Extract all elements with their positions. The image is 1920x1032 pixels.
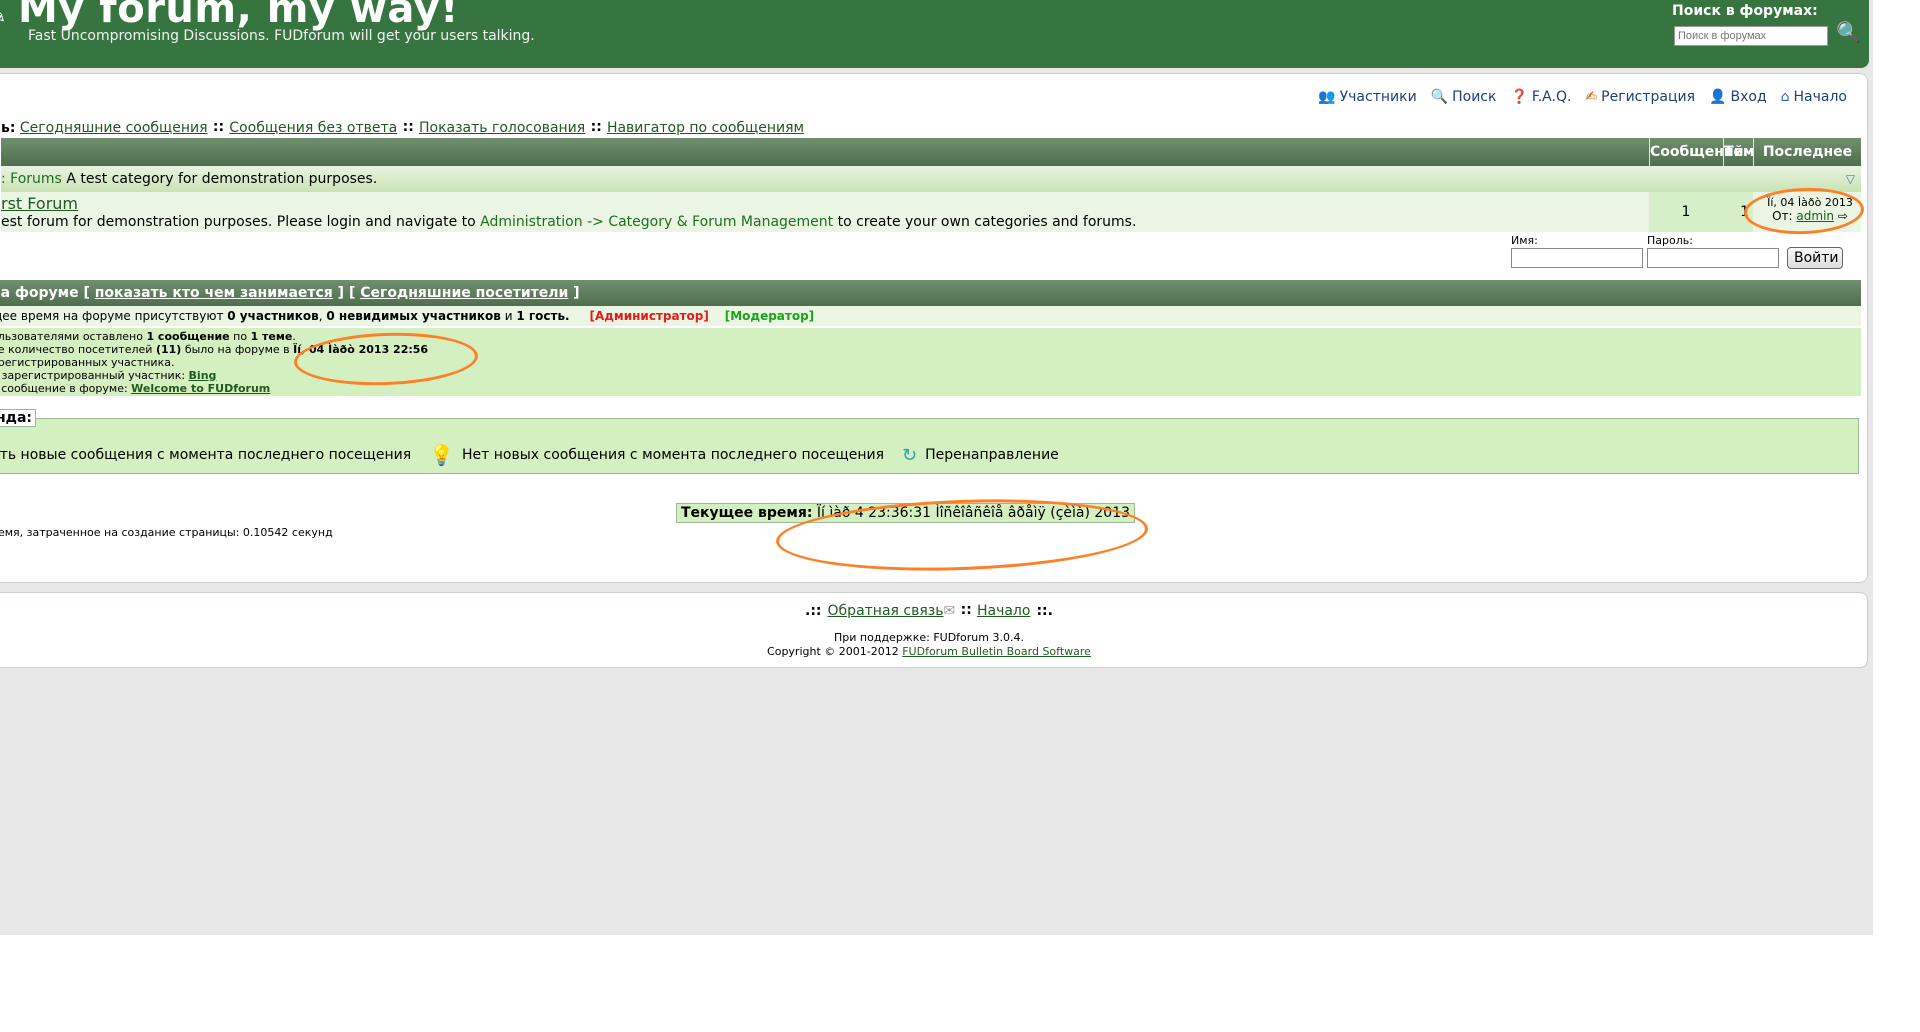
administration-link[interactable]: Administration (480, 214, 582, 230)
col-topics: Тем (1723, 138, 1755, 166)
today-visitors-link[interactable]: Сегодняшние посетители (360, 285, 568, 301)
col-last: Последнее (1753, 138, 1861, 166)
message-navigator-link[interactable]: Навигатор по сообщениям (607, 120, 804, 136)
nav-home-link[interactable]: ⌂ Начало (1781, 89, 1847, 105)
search-button[interactable]: 🔍 (1836, 20, 1861, 44)
online-users-row: щее время на форуме присутствуют 0 участ… (0, 306, 1861, 326)
mail-icon: ✉ (943, 603, 956, 619)
online-header: на форуме [ показать кто чем занимается … (0, 280, 1861, 306)
category-description: A test category for demonstration purpos… (66, 171, 378, 187)
category-management-link[interactable]: Category & Forum Management (608, 214, 833, 230)
goto-post-icon[interactable]: ⇨ (1838, 209, 1848, 223)
footer-home-link[interactable]: Начало (977, 603, 1030, 619)
fudforum-link[interactable]: FUDforum Bulletin Board Software (902, 645, 1091, 658)
record-visitors-date: Ïí, 04 Ìàðò 2013 22:56 (293, 343, 429, 356)
site-tagline: Fast Uncompromising Discussions. FUDforu… (28, 28, 535, 44)
forum-row: rst Forum est forum for demonstration pu… (1, 192, 1861, 232)
admin-legend: [Администратор] (589, 309, 709, 323)
moderator-legend: [Модератор] (724, 309, 815, 323)
last-post-user-link[interactable]: admin (1796, 209, 1834, 223)
search-label: Поиск в форумах: (1672, 3, 1818, 19)
legend-items: сть новые сообщения с момента последнего… (0, 443, 1059, 467)
nav-login-link[interactable]: 👤 Вход (1709, 89, 1767, 105)
legend-box: нда: сть новые сообщения с момента после… (0, 409, 1859, 474)
forum-table-header: Сообщений Тем Последнее (1, 138, 1861, 166)
site-header: ✎ My forum, my way! Fast Uncompromising … (0, 0, 1869, 68)
current-time-value: Ïí ìàð 4 23:36:31 Ìîñêîâñêîå âðåìÿ (çèìà… (816, 505, 1131, 521)
forum-statistics: ользователями оставлено 1 сообщение по 1… (0, 328, 1861, 396)
last-post-cell: Ïí, 04 Ìàðò 2013 От: admin ⇨ (1759, 192, 1861, 232)
users-icon: 👥 (1318, 89, 1336, 105)
newest-member-link[interactable]: Bing (189, 369, 217, 382)
last-post-date: Ïí, 04 Ìàðò 2013 (1767, 196, 1853, 209)
nav-faq-link[interactable]: ❓ F.A.Q. (1510, 89, 1571, 105)
login-form: Имя: Пароль: Войти (1501, 234, 1861, 274)
today-messages-link[interactable]: Сегодняшние сообщения (20, 120, 208, 136)
login-button[interactable]: Войти (1787, 247, 1843, 269)
forum-messages-count: 1 (1649, 192, 1723, 232)
site-footer: .:: Обратная связь✉ ∷ Начало::. При поддерж… (0, 592, 1868, 668)
logo-icon: ✎ (0, 4, 6, 44)
login-icon: 👤 (1709, 89, 1727, 105)
feedback-link[interactable]: Обратная связь (828, 603, 944, 619)
redirect-icon: ↻ (902, 444, 918, 466)
forum-name-link[interactable]: rst Forum (1, 194, 78, 213)
name-label: Имя: (1511, 234, 1538, 247)
quick-links: ь: Сегодняшние сообщения ∷ Сообщения без о… (1, 120, 805, 136)
forum-description: est forum for demonstration purposes. Pl… (1, 214, 1137, 230)
search-icon: 🔍 (1430, 89, 1449, 105)
col-messages: Сообщений (1649, 138, 1744, 166)
top-navigation: 👥 Участники 🔍 Поиск ❓ F.A.Q. ✍ Регистрация 👤… (1318, 89, 1847, 105)
page-generation-time: ремя, затраченное на создание страницы: … (0, 526, 333, 539)
unanswered-link[interactable]: Сообщения без ответа (229, 120, 397, 136)
category-row: : Forums A test category for demonstrati… (1, 166, 1861, 192)
nav-members-link[interactable]: 👥 Участники (1318, 89, 1416, 105)
register-icon: ✍ (1585, 89, 1598, 105)
search-input[interactable] (1674, 26, 1828, 46)
footer-links: .:: Обратная связь✉ ∷ Начало::. (805, 603, 1053, 619)
magnifier-icon: 🔍 (1836, 22, 1861, 44)
last-post-by-label: От: (1772, 209, 1793, 223)
password-label: Пароль: (1647, 234, 1693, 247)
login-password-input[interactable] (1647, 248, 1779, 268)
category-name[interactable]: : Forums (1, 171, 62, 187)
polls-link[interactable]: Показать голосования (419, 120, 585, 136)
whos-doing-what-link[interactable]: показать кто чем занимается (95, 285, 333, 301)
collapse-icon[interactable]: ▽ (1846, 166, 1855, 192)
legend-title: нда: (0, 409, 37, 427)
no-new-messages-icon: 💡 (429, 443, 455, 467)
nav-register-link[interactable]: ✍ Регистрация (1585, 89, 1695, 105)
nav-search-link[interactable]: 🔍 Поиск (1431, 89, 1497, 105)
home-icon: ⌂ (1780, 89, 1790, 105)
forum-topics-count: 1 (1723, 192, 1753, 232)
copyright: Copyright © 2001-2012 FUDforum Bulletin … (767, 645, 1091, 658)
login-name-input[interactable] (1511, 248, 1643, 268)
latest-message-link[interactable]: Welcome to FUDforum (131, 382, 270, 395)
current-time: Текущее время: Ïí ìàð 4 23:36:31 Ìîñêîâñ… (676, 503, 1136, 523)
powered-by: При поддержке: FUDforum 3.0.4. (834, 631, 1024, 644)
faq-icon: ❓ (1510, 89, 1528, 105)
main-panel: 👥 Участники 🔍 Поиск ❓ F.A.Q. ✍ Регистрация 👤… (0, 73, 1868, 583)
